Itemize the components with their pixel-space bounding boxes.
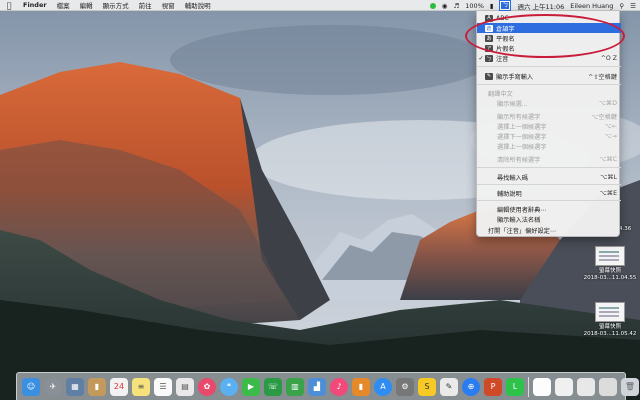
file-thumbnail xyxy=(595,246,625,266)
divider xyxy=(477,84,621,85)
keynote-icon[interactable]: ▟ xyxy=(308,377,326,396)
divider xyxy=(477,184,621,185)
menu-go[interactable]: 前往 xyxy=(134,0,157,10)
annotation-oval xyxy=(465,14,625,58)
itunes-icon[interactable]: ♪ xyxy=(330,377,348,396)
screenshot-stack-icon[interactable] xyxy=(555,377,573,396)
checkmark-icon: ✓ xyxy=(478,54,484,62)
spotlight-icon[interactable]: ⚲ xyxy=(619,2,624,10)
menu-item-disabled-2: 顯示所有候選字 ⌥空格鍵 xyxy=(497,113,617,121)
menu-edit[interactable]: 編輯 xyxy=(75,0,98,10)
dock-separator xyxy=(528,376,529,397)
preview-icon[interactable]: ▤ xyxy=(176,377,194,396)
section-header: 翻譯中文 xyxy=(488,90,513,98)
notes-icon[interactable]: ≡ xyxy=(132,377,150,396)
apple-icon[interactable]:  xyxy=(0,1,18,10)
system-preferences-icon[interactable]: ⚙ xyxy=(396,377,414,396)
app-store-icon[interactable]: A xyxy=(374,377,392,396)
menu-item-open-preferences[interactable]: 打開「注音」偏好設定⋯ xyxy=(477,225,621,235)
messages-green-icon[interactable]: ☏ xyxy=(264,377,282,396)
menu-item-find-code[interactable]: 尋找輸入碼 ⌥⌘L xyxy=(477,172,621,182)
calendar-icon[interactable]: 24 xyxy=(110,377,128,396)
menu-item-edit-dictionary[interactable]: 編輯使用者辭典⋯ xyxy=(477,204,621,214)
handwriting-icon: ✎ xyxy=(485,72,493,80)
safari-icon[interactable]: ⊕ xyxy=(462,377,480,396)
clock[interactable]: 週六 上午11:06 xyxy=(517,1,564,11)
document-icon[interactable] xyxy=(533,377,551,396)
desktop-file[interactable]: 螢幕快照 2018-03...11.04.55 xyxy=(582,246,638,282)
menu-item-show-input-name[interactable]: 顯示輸入法名稱 xyxy=(477,214,621,224)
wifi-icon[interactable]: ◉ xyxy=(442,2,448,10)
battery-percent[interactable]: 100% xyxy=(465,2,484,10)
file-name: 螢幕快照 xyxy=(598,268,621,274)
finder-icon[interactable]: ☺ xyxy=(22,377,40,396)
battery-icon[interactable]: ▮ xyxy=(490,2,494,10)
menu-item-disabled-6: 清除所有候選字 ⌥⌘C xyxy=(497,155,617,164)
launchpad-icon[interactable]: ✈ xyxy=(44,377,62,396)
status-area: ◉ ♬ 100% ▮ ㄅ 週六 上午11:06 Eileen Huang ⚲ ☰ xyxy=(429,0,636,11)
ibooks-icon[interactable]: ▮ xyxy=(352,377,370,396)
file-thumbnail xyxy=(595,302,625,322)
notification-center-icon[interactable]: ☰ xyxy=(630,2,636,10)
menu-bar:  Finder 檔案 編輯 顯示方式 前往 視窗 輔助說明 ◉ ♬ 100% … xyxy=(0,0,640,11)
menu-item-disabled-4: 選擇下一個候選字 ⌥→ xyxy=(497,132,617,141)
menu-view[interactable]: 顯示方式 xyxy=(98,0,134,10)
desktop-file[interactable]: 螢幕快照 2018-03...11.05.42 xyxy=(582,302,638,338)
downloads-stack-icon[interactable] xyxy=(577,377,595,396)
menu-item-disabled-5: 選擇上一個候選字 xyxy=(497,143,547,151)
volume-icon[interactable]: ♬ xyxy=(453,2,459,10)
divider xyxy=(477,66,621,67)
zhuyin-icon: ㄅ xyxy=(485,54,493,62)
messages-icon[interactable]: ❝ xyxy=(220,377,238,396)
folder-stack-icon[interactable] xyxy=(599,377,617,396)
menu-help[interactable]: 輔助說明 xyxy=(180,0,216,10)
powerpoint-icon[interactable]: P xyxy=(484,377,502,396)
menu-finder[interactable]: Finder xyxy=(18,1,52,9)
text-edit-icon[interactable]: ✎ xyxy=(440,377,458,396)
menu-item-handwriting[interactable]: ✎ 顯示手寫輸入 ^⇧空格鍵 xyxy=(477,71,621,81)
file-date: 2018-03...11.04.55 xyxy=(583,275,637,281)
file-date: 2018-03...11.05.42 xyxy=(583,331,637,337)
menu-window[interactable]: 視窗 xyxy=(157,0,180,10)
stickies-icon[interactable]: S xyxy=(418,377,436,396)
menu-file[interactable]: 檔案 xyxy=(52,0,75,10)
contacts-icon[interactable]: ▮ xyxy=(88,377,106,396)
mission-control-icon[interactable]: ▦ xyxy=(66,377,84,396)
photos-icon[interactable]: ✿ xyxy=(198,377,216,396)
file-name: 螢幕快照 xyxy=(598,324,621,330)
trash-icon[interactable]: 🗑 xyxy=(621,377,639,396)
user-name[interactable]: Eileen Huang xyxy=(570,2,613,10)
desktop-file-partial[interactable]: 4.36 xyxy=(619,226,640,233)
divider xyxy=(477,200,621,201)
input-source-icon[interactable]: ㄅ xyxy=(499,0,512,11)
reminders-icon[interactable]: ☰ xyxy=(154,377,172,396)
divider xyxy=(477,167,621,168)
facetime-icon[interactable]: ▶ xyxy=(242,377,260,396)
line-status-icon[interactable] xyxy=(429,2,436,9)
menu-item-help[interactable]: 輔助說明 ⌥⌘E xyxy=(477,188,621,198)
menu-item-disabled-3: 選擇上一個候選字 ⌥← xyxy=(497,122,617,131)
menu-item-disabled-1: 顯示候選... ⌥⌘D xyxy=(497,99,617,108)
line-icon[interactable]: L xyxy=(506,377,524,396)
numbers-icon[interactable]: ▥ xyxy=(286,377,304,396)
dock: ☺ ✈ ▦ ▮ 24 ≡ ☰ ▤ ✿ ❝ ▶ ☏ ▥ ▟ ♪ ▮ A ⚙ S ✎… xyxy=(16,372,639,400)
